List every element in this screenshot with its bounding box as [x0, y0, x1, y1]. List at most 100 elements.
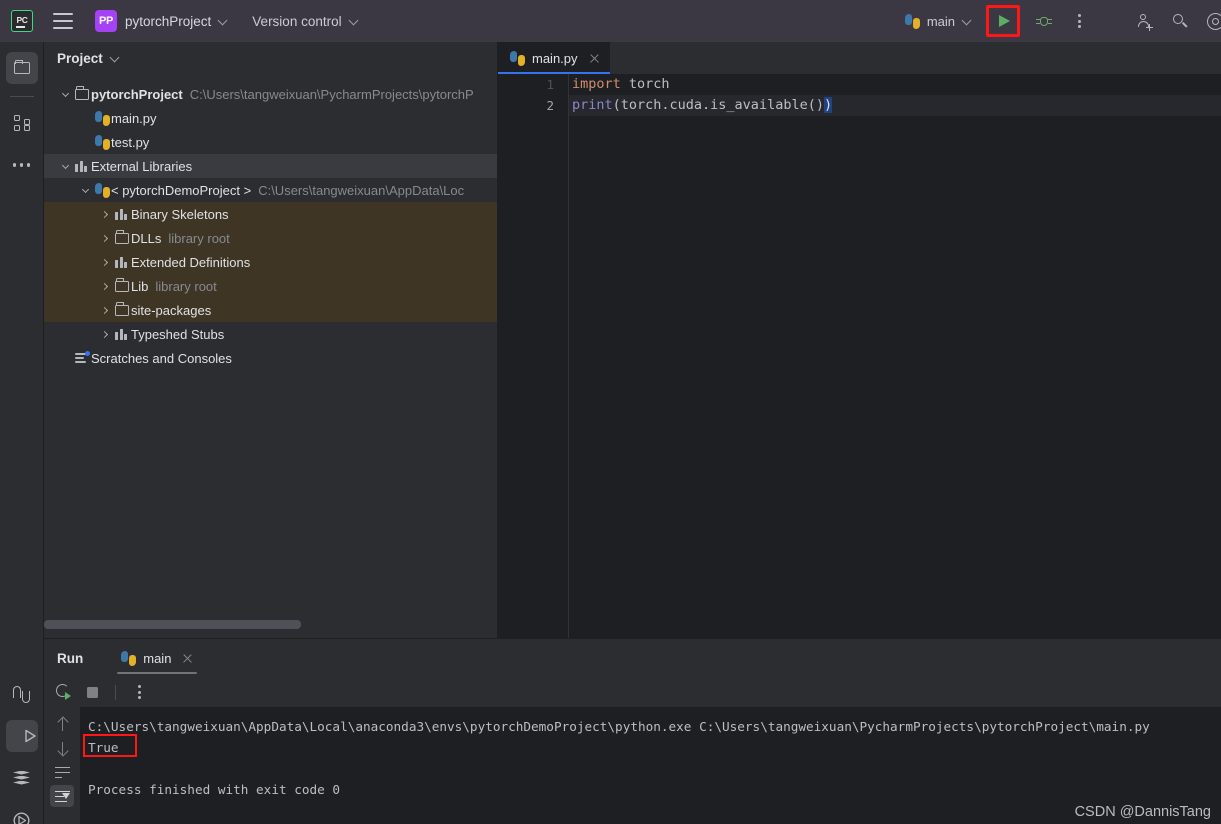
run-configuration-selector[interactable]: main [904, 13, 972, 29]
tree-item-label: Binary Skeletons [131, 206, 229, 222]
stop-button[interactable] [80, 680, 104, 704]
tree-item[interactable]: Scratches and Consoles [44, 346, 498, 370]
project-panel-header[interactable]: Project [44, 42, 498, 74]
run-button[interactable] [986, 5, 1020, 37]
code-line[interactable]: import torch [569, 74, 1221, 95]
chevron-right-icon[interactable] [97, 330, 113, 338]
sidebar-item-project[interactable] [5, 52, 38, 84]
chevron-right-icon[interactable] [97, 234, 113, 242]
version-control-label: Version control [252, 13, 342, 29]
tree-item-label: pytorchProject [91, 86, 183, 102]
console-command-line: C:\Users\tangweixuan\AppData\Local\anaco… [88, 719, 1150, 734]
tree-item[interactable]: Extended Definitions [44, 250, 498, 274]
pycharm-logo-icon: PC [11, 10, 33, 32]
chevron-right-icon[interactable] [97, 258, 113, 266]
tree-item[interactable]: < pytorchDemoProject > C:\Users\tangweixu… [44, 178, 498, 202]
tree-item-label: Extended Definitions [131, 254, 251, 270]
code-token: ) [823, 97, 833, 113]
project-folder-icon [13, 59, 30, 74]
python-file-icon [904, 13, 920, 29]
chevron-down-icon[interactable] [77, 185, 93, 193]
settings-button[interactable] [1201, 7, 1221, 35]
sidebar-item-run[interactable] [5, 720, 38, 752]
chevron-right-icon[interactable] [97, 210, 113, 218]
editor-tab-bar: main.py [498, 42, 1221, 74]
tree-item-label: main.py [111, 110, 157, 126]
more-run-options-button[interactable] [1065, 7, 1093, 35]
python-file-icon [121, 650, 137, 666]
sidebar-item-services[interactable] [6, 762, 38, 794]
tab-main-py[interactable]: main.py [498, 42, 610, 74]
tree-item[interactable]: Binary Skeletons [44, 202, 498, 226]
editor-gutter[interactable]: 12 [498, 74, 568, 638]
main-menu-icon[interactable] [53, 13, 73, 29]
project-tree: pytorchProject C:\Users\tangweixuan\Pycha… [44, 74, 498, 370]
line-number: 1 [546, 77, 554, 92]
folder-icon [113, 302, 131, 316]
tree-item-sublabel: library root [155, 278, 217, 294]
tree-item[interactable]: pytorchProject C:\Users\tangweixuan\Pycha… [44, 82, 498, 106]
title-bar: PC PP pytorchProject Version control mai… [0, 0, 1221, 42]
run-tab-main[interactable]: main [117, 639, 198, 677]
project-tool-window: Project pytorchProject C:\Users\tangweixu… [44, 42, 498, 638]
account-button[interactable] [1131, 7, 1159, 35]
tree-item[interactable]: site-packages [44, 298, 498, 322]
tree-item-label: Scratches and Consoles [91, 350, 232, 366]
run-panel-title: Run [57, 650, 84, 666]
run-more-options-button[interactable] [127, 680, 151, 704]
python-file-icon [93, 110, 111, 126]
project-panel-title: Project [57, 50, 103, 66]
chevron-down-icon[interactable] [57, 161, 73, 169]
code-editor[interactable]: 12 import torch print(torch.cuda.is_avail… [498, 74, 1221, 638]
run-tab-bar: Run main [44, 639, 1221, 677]
editor-area: main.py 12 import torch print(torch.cuda.… [498, 42, 1221, 638]
scroll-to-end-button[interactable] [50, 785, 74, 807]
debug-button[interactable] [1030, 7, 1058, 35]
chevron-right-icon[interactable] [97, 306, 113, 314]
tree-item-label: site-packages [131, 302, 212, 318]
version-control-button[interactable]: Version control [252, 14, 358, 29]
tree-item[interactable]: External Libraries [44, 154, 498, 178]
chevron-down-icon[interactable] [57, 89, 73, 97]
project-name-button[interactable]: pytorchProject [125, 14, 228, 29]
tree-item[interactable]: Lib library root [44, 274, 498, 298]
more-vertical-icon [137, 685, 141, 699]
project-horizontal-scrollbar[interactable] [44, 620, 498, 630]
code-token: print [572, 97, 613, 113]
search-everywhere-button[interactable] [1166, 7, 1194, 35]
sidebar-item-more[interactable] [6, 149, 38, 181]
library-icon [113, 256, 131, 268]
sidebar-item-python-console[interactable] [6, 678, 38, 710]
tree-item[interactable]: test.py [44, 130, 498, 154]
run-toolbar [44, 677, 1221, 707]
console-output[interactable]: C:\Users\tangweixuan\AppData\Local\anaco… [80, 707, 1221, 824]
prev-occurrence-button[interactable] [50, 713, 74, 735]
chevron-right-icon[interactable] [97, 282, 113, 290]
tree-item-label: test.py [111, 134, 150, 150]
next-occurrence-button[interactable] [50, 737, 74, 759]
tree-item[interactable]: Typeshed Stubs [44, 322, 498, 346]
structure-blocks-icon [13, 115, 30, 131]
rerun-button[interactable] [52, 680, 76, 704]
project-badge: PP [95, 10, 117, 32]
code-line[interactable]: print(torch.cuda.is_available()) [569, 95, 1221, 116]
services-layers-icon [13, 770, 30, 786]
tree-item[interactable]: DLLs library root [44, 226, 498, 250]
sidebar-item-structure[interactable] [6, 107, 38, 139]
soft-wrap-button[interactable] [50, 761, 74, 783]
debug-bug-icon [1036, 14, 1052, 29]
close-icon[interactable] [181, 652, 193, 664]
rail-divider [9, 96, 34, 97]
library-icon [113, 208, 131, 220]
tree-item-label: DLLs [131, 230, 162, 246]
python-console-icon [13, 685, 30, 703]
tree-item[interactable]: main.py [44, 106, 498, 130]
arrow-down-icon [56, 741, 69, 756]
run-triangle-icon [999, 15, 1010, 27]
gutter-divider [568, 74, 569, 638]
close-icon[interactable] [588, 52, 600, 64]
sidebar-item-problems[interactable] [6, 804, 38, 824]
toolbar-divider [115, 684, 116, 700]
gear-icon [1206, 12, 1221, 30]
